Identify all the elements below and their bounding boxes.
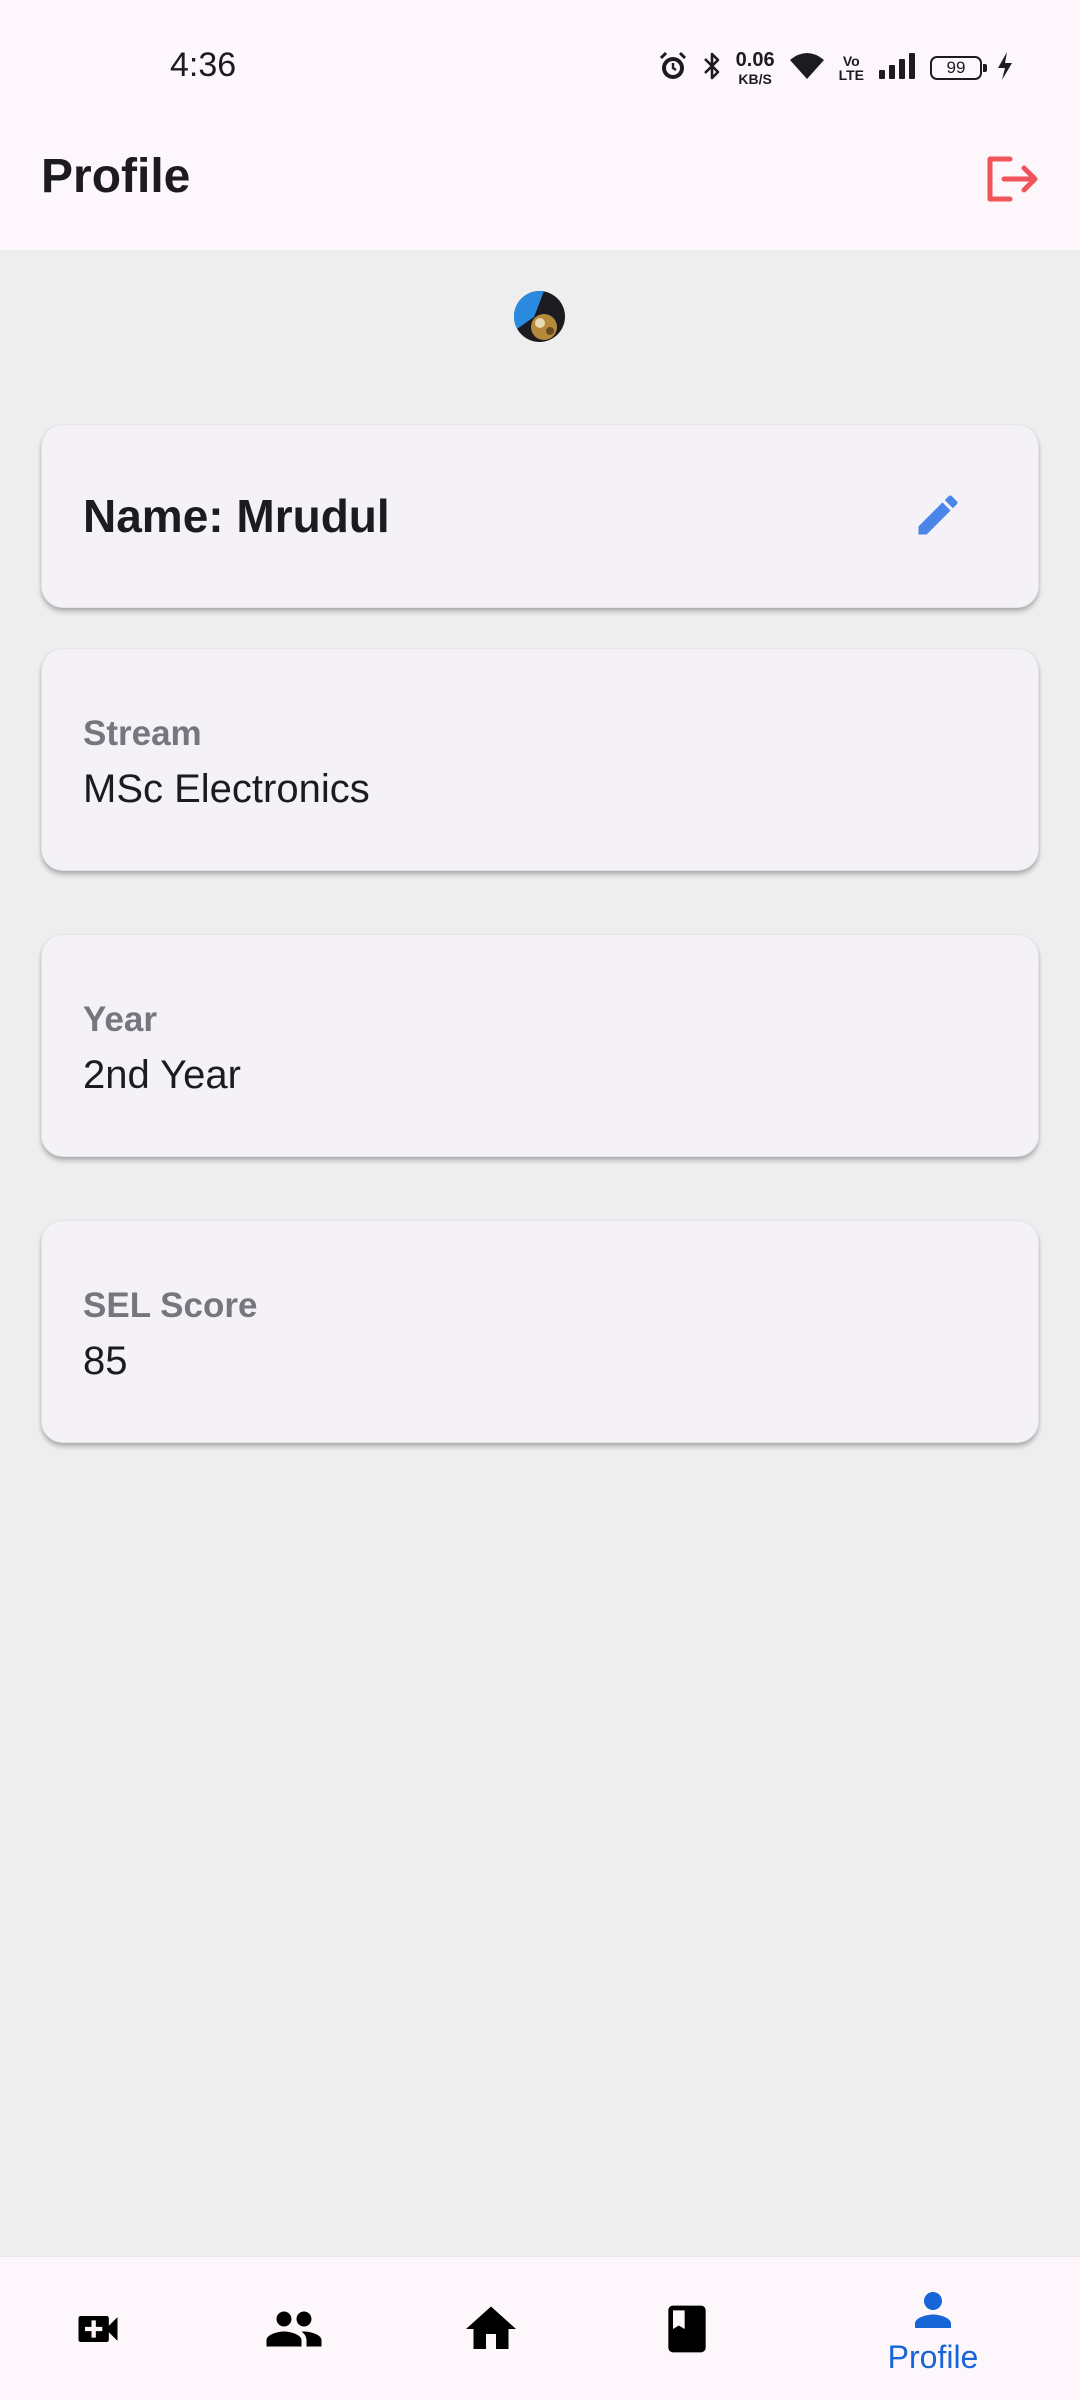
- battery-icon: 99: [930, 56, 987, 80]
- nav-item-people[interactable]: [234, 2257, 354, 2400]
- logout-icon: [984, 153, 1040, 210]
- volte-indicator: Vo LTE: [839, 54, 864, 82]
- year-card: Year 2nd Year: [41, 934, 1039, 1157]
- avatar[interactable]: [514, 291, 565, 342]
- nav-item-book[interactable]: [627, 2257, 747, 2400]
- app-bar: Profile: [0, 135, 1080, 250]
- alarm-icon: [658, 50, 688, 87]
- wifi-icon: [789, 51, 825, 86]
- year-value: 2nd Year: [83, 1053, 241, 1097]
- video-call-icon: [72, 2303, 124, 2355]
- sel-score-value: 85: [83, 1339, 128, 1383]
- people-icon: [264, 2299, 324, 2359]
- sel-score-card: SEL Score 85: [41, 1220, 1039, 1443]
- avatar-image: [514, 291, 565, 342]
- nav-item-home[interactable]: [431, 2257, 551, 2400]
- logout-button[interactable]: [980, 149, 1044, 213]
- sel-score-label: SEL Score: [83, 1286, 258, 1325]
- year-label: Year: [83, 1000, 157, 1039]
- network-speed-unit: KB/S: [738, 71, 772, 87]
- network-speed: 0.06 KB/S: [736, 50, 775, 86]
- stream-label: Stream: [83, 714, 202, 753]
- edit-name-button[interactable]: [908, 487, 968, 547]
- volte-bottom: LTE: [838, 67, 864, 83]
- book-icon: [659, 2301, 715, 2357]
- nav-item-video[interactable]: [38, 2257, 158, 2400]
- charging-icon: [996, 51, 1014, 86]
- edit-pencil-icon: [912, 489, 964, 546]
- stream-value: MSc Electronics: [83, 767, 370, 811]
- signal-icon: [878, 52, 916, 85]
- bottom-navigation: Profile: [0, 2256, 1080, 2400]
- home-icon: [461, 2299, 521, 2359]
- stream-card: Stream MSc Electronics: [41, 648, 1039, 871]
- battery-level: 99: [946, 58, 966, 77]
- nav-item-profile[interactable]: Profile: [873, 2257, 993, 2400]
- network-speed-value: 0.06: [735, 49, 775, 71]
- page-title: Profile: [41, 150, 191, 203]
- name-text: Name: Mrudul: [83, 490, 390, 542]
- volte-top: Vo: [842, 53, 860, 69]
- bluetooth-icon: [702, 50, 722, 87]
- status-time: 4:36: [170, 46, 237, 84]
- status-icons: 0.06 KB/S Vo LTE 99: [658, 44, 1014, 92]
- person-icon: [906, 2283, 960, 2337]
- nav-label-profile: Profile: [887, 2338, 979, 2375]
- status-bar: 4:36 0.06 KB/S Vo LTE 99: [0, 0, 1080, 135]
- name-card: Name: Mrudul: [41, 424, 1039, 608]
